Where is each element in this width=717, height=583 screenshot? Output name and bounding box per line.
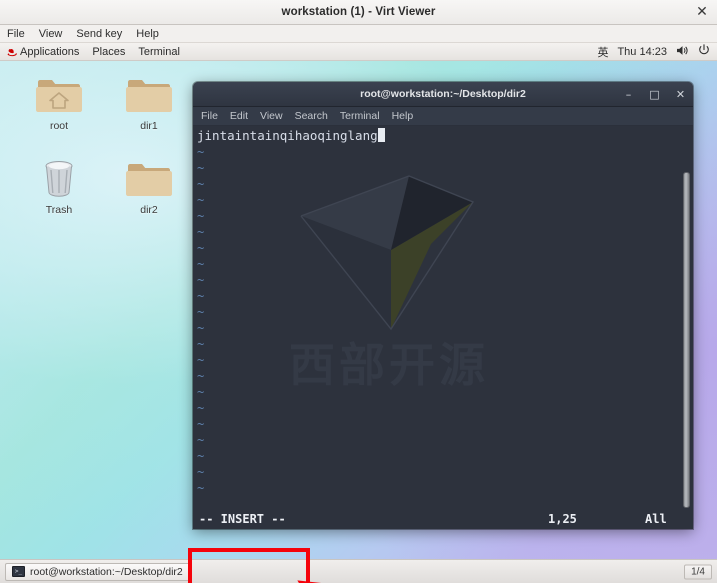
panel-label-applications: Applications: [20, 45, 80, 58]
close-icon[interactable]: ✕: [694, 4, 710, 20]
vim-tilde-line: ~: [197, 433, 205, 447]
viewer-menubar: File View Send key Help: [0, 25, 717, 43]
terminal-menu-file[interactable]: File: [201, 110, 218, 122]
vim-tilde-line: ~: [197, 257, 205, 271]
vim-tilde-line: ~: [197, 481, 205, 495]
vim-line-text: jintaintainqihaoqinglang: [197, 128, 378, 143]
desktop-icon-root[interactable]: root: [20, 69, 98, 132]
terminal-scrollbar[interactable]: [683, 172, 690, 508]
vim-tilde-line: ~: [197, 321, 205, 335]
gnome-taskbar: >_ root@workstation:~/Desktop/dir2 1/4: [0, 559, 717, 583]
terminal-window-title: root@workstation:~/Desktop/dir2: [360, 88, 526, 100]
vim-scroll-percent: All: [645, 512, 667, 526]
vim-line-1: jintaintainqihaoqinglang: [197, 128, 693, 144]
close-icon[interactable]: ✕: [674, 88, 687, 101]
folder-icon: [110, 153, 188, 201]
minimize-icon[interactable]: –: [622, 88, 635, 101]
vim-tilde-line: ~: [197, 417, 205, 431]
viewer-window-title: workstation (1) - Virt Viewer: [281, 6, 436, 18]
vim-tilde-line: ~: [197, 353, 205, 367]
vim-cursor-position: 1,25: [548, 512, 577, 526]
folder-icon: [110, 69, 188, 117]
desktop-icon-label: dir1: [140, 120, 158, 132]
volume-icon[interactable]: [676, 45, 689, 59]
terminal-menubar: File Edit View Search Terminal Help: [193, 107, 693, 126]
vim-tilde-line: ~: [197, 385, 205, 399]
clock[interactable]: Thu 14:23: [617, 46, 667, 58]
vim-tilde-line: ~: [197, 209, 205, 223]
terminal-menu-help[interactable]: Help: [392, 110, 414, 122]
gnome-top-panel: Applications Places Terminal 英 Thu 14:23: [0, 43, 717, 61]
vim-tilde-line: ~: [197, 305, 205, 319]
desktop-icon-trash[interactable]: Trash: [20, 153, 98, 216]
panel-item-places[interactable]: Places: [92, 46, 125, 58]
home-folder-icon: [20, 69, 98, 117]
vim-tilde-line: ~: [197, 337, 205, 351]
terminal-icon: >_: [12, 566, 25, 577]
desktop-icon-dir1[interactable]: dir1: [110, 69, 188, 132]
trash-icon: [20, 153, 98, 201]
terminal-menu-search[interactable]: Search: [295, 110, 328, 122]
vim-tilde-line: ~: [197, 225, 205, 239]
taskbar-item-terminal[interactable]: >_ root@workstation:~/Desktop/dir2: [5, 562, 190, 581]
viewer-titlebar: workstation (1) - Virt Viewer ✕: [0, 0, 717, 25]
maximize-icon[interactable]: □: [648, 88, 661, 101]
workspace-indicator[interactable]: 1/4: [684, 564, 712, 579]
power-icon[interactable]: [698, 44, 710, 59]
terminal-titlebar: root@workstation:~/Desktop/dir2 – □ ✕: [193, 82, 693, 107]
viewer-menu-file[interactable]: File: [7, 28, 25, 40]
panel-item-applications[interactable]: Applications: [6, 46, 79, 58]
vim-tilde-line: ~: [197, 145, 205, 159]
vim-tilde-line: ~: [197, 449, 205, 463]
viewer-menu-send-key[interactable]: Send key: [76, 28, 122, 40]
desktop-icon-label: root: [49, 120, 69, 132]
desktop: root dir1 Trash dir2 root@workstation:~/…: [0, 61, 717, 583]
vim-tilde-line: ~: [197, 241, 205, 255]
vim-tilde-line: ~: [197, 289, 205, 303]
viewer-menu-help[interactable]: Help: [136, 28, 159, 40]
vim-statusline: -- INSERT -- 1,25 All: [193, 510, 693, 529]
desktop-icon-dir2[interactable]: dir2: [110, 153, 188, 216]
vim-tilde-line: ~: [197, 161, 205, 175]
input-method-indicator[interactable]: 英: [597, 44, 608, 60]
vim-empty-lines: ~ ~ ~ ~ ~ ~ ~ ~ ~ ~ ~ ~ ~ ~ ~ ~ ~ ~ ~ ~ ~ ~: [197, 144, 693, 496]
taskbar-item-label: root@workstation:~/Desktop/dir2: [30, 565, 183, 578]
terminal-menu-edit[interactable]: Edit: [230, 110, 248, 122]
viewer-menu-view[interactable]: View: [39, 28, 63, 40]
virt-viewer-window: workstation (1) - Virt Viewer ✕ File Vie…: [0, 0, 717, 583]
scrollbar-thumb[interactable]: [683, 172, 690, 508]
vim-tilde-line: ~: [197, 369, 205, 383]
terminal-menu-terminal[interactable]: Terminal: [340, 110, 380, 122]
vim-buffer[interactable]: jintaintainqihaoqinglang ~ ~ ~ ~ ~ ~ ~ ~ ~ ~ ~ ~ ~ ~ ~…: [193, 126, 693, 510]
terminal-body[interactable]: 西部开源 jintaintainqihaoqinglang ~ ~ ~ ~ ~ ~ ~ ~ ~ ~…: [193, 126, 693, 510]
terminal-window: root@workstation:~/Desktop/dir2 – □ ✕ Fi…: [193, 82, 693, 529]
panel-item-terminal[interactable]: Terminal: [138, 46, 180, 58]
terminal-menu-view[interactable]: View: [260, 110, 283, 122]
redhat-logo-icon: [6, 47, 18, 57]
text-cursor: [377, 128, 386, 142]
vim-mode-indicator: -- INSERT --: [199, 512, 286, 526]
vim-tilde-line: ~: [197, 465, 205, 479]
vim-tilde-line: ~: [197, 177, 205, 191]
vim-tilde-line: ~: [197, 273, 205, 287]
desktop-icon-label: Trash: [45, 204, 73, 216]
vim-tilde-line: ~: [197, 401, 205, 415]
vim-tilde-line: ~: [197, 193, 205, 207]
desktop-icon-label: dir2: [140, 204, 158, 216]
